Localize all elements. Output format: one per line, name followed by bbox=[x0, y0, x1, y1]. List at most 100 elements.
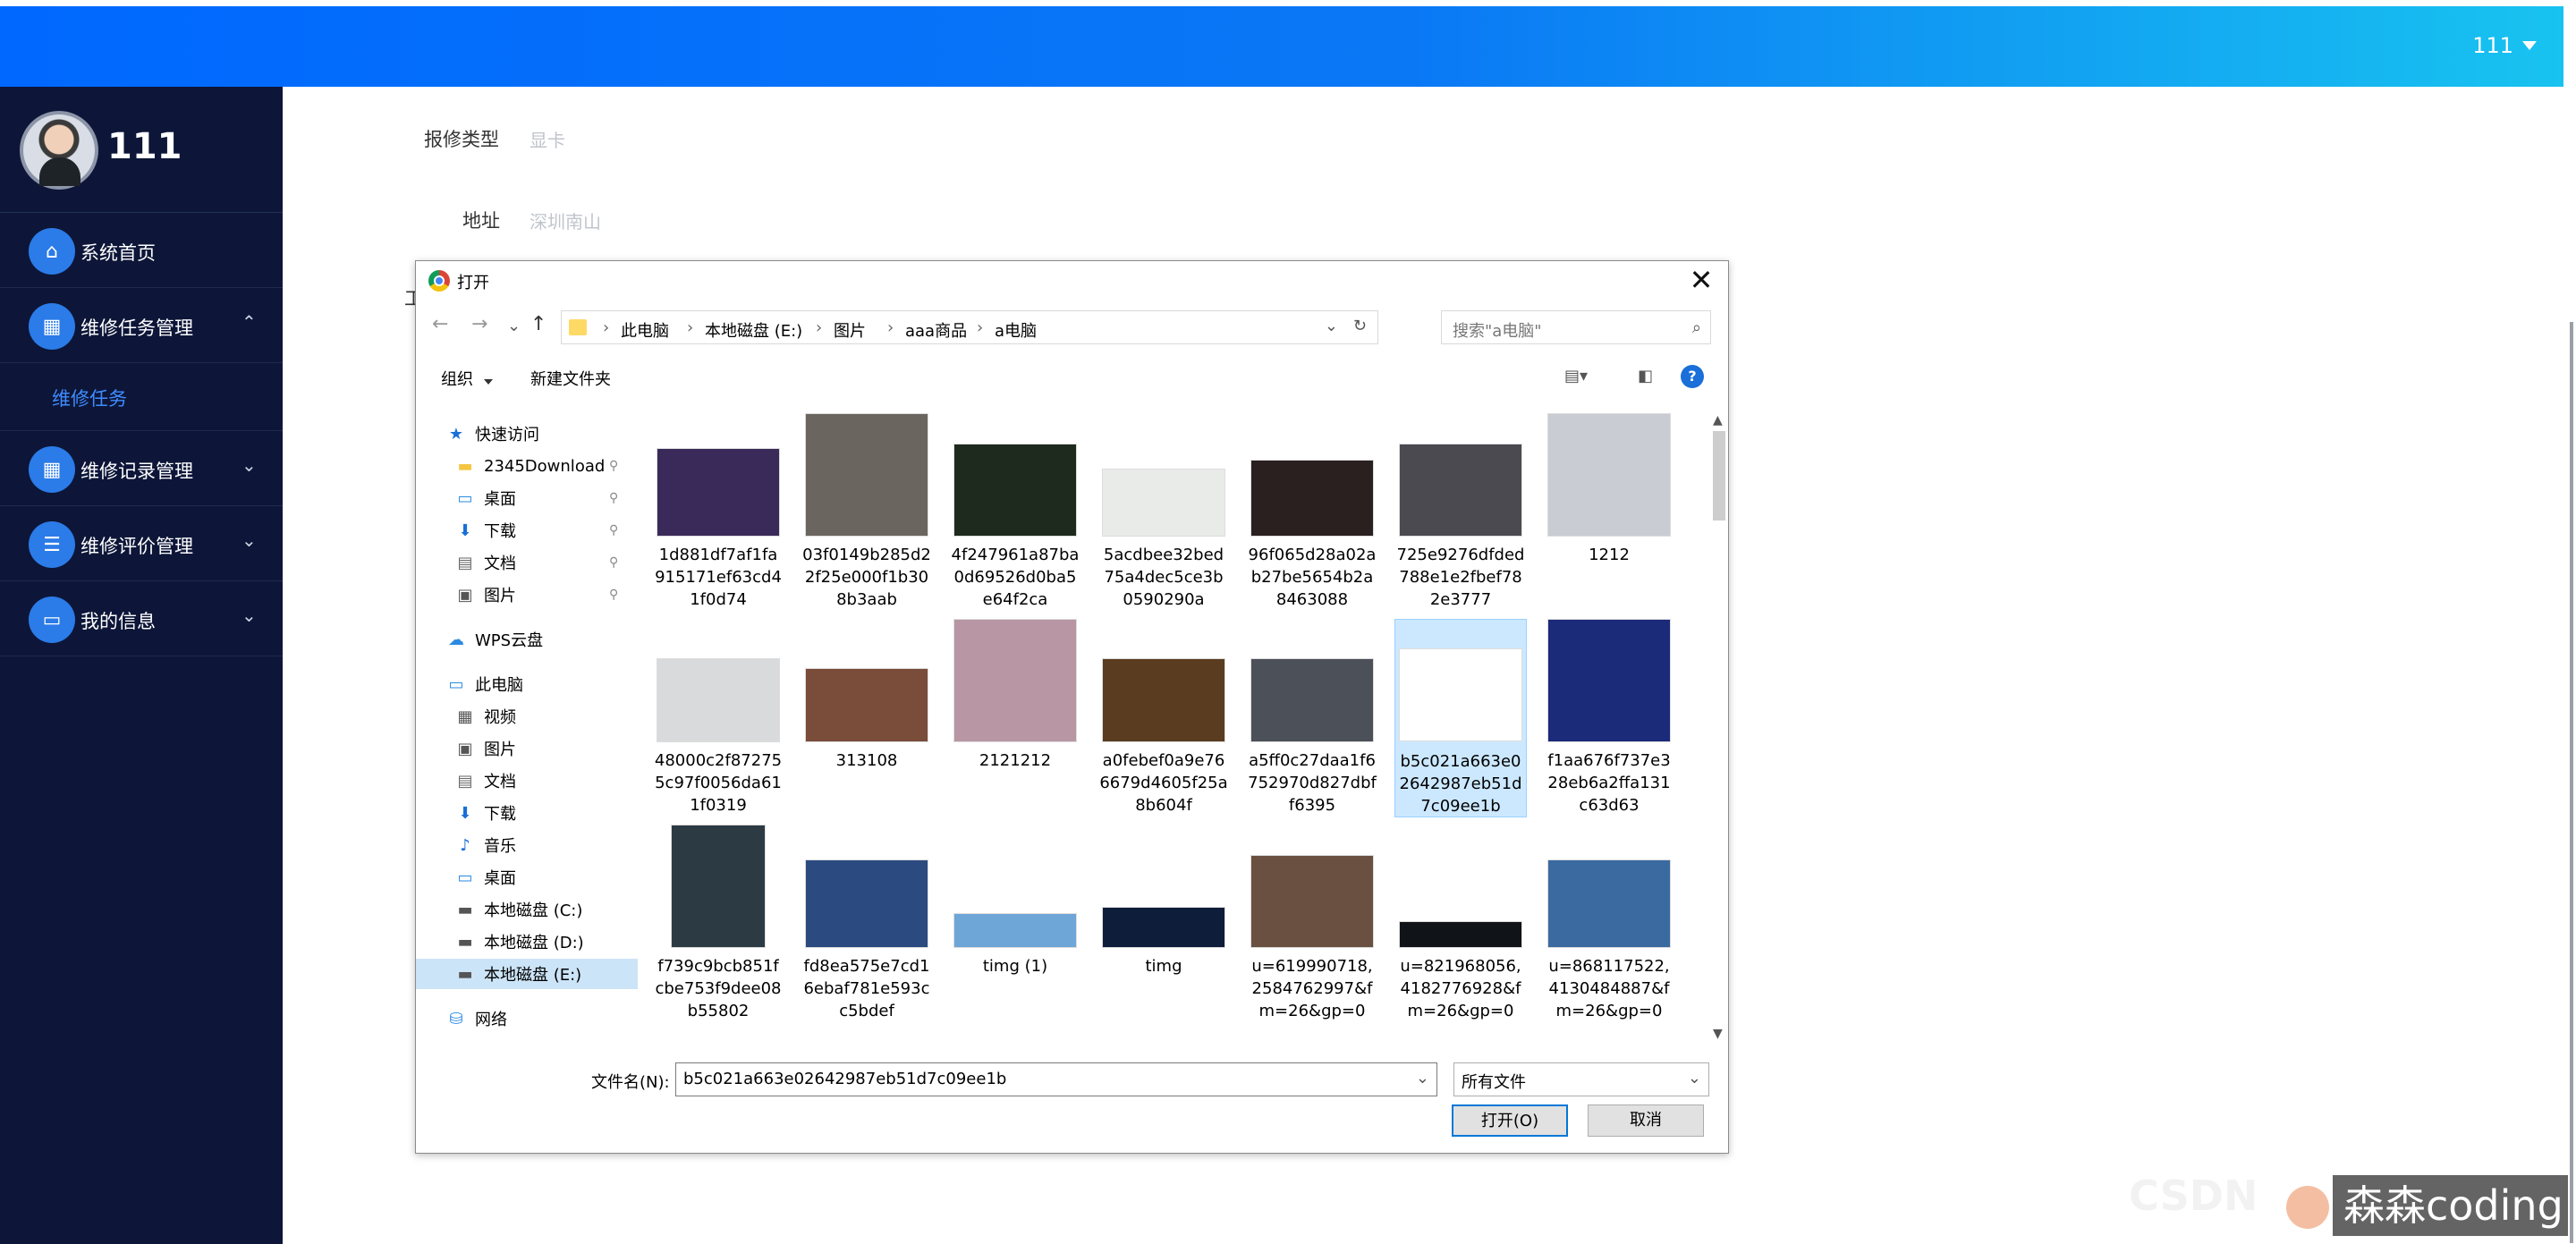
file-item[interactable]: timg bbox=[1097, 825, 1230, 1023]
organize-menu[interactable]: 组织 bbox=[441, 367, 493, 390]
forward-icon[interactable]: → bbox=[471, 313, 487, 335]
file-thumbnail bbox=[805, 413, 928, 537]
file-item[interactable]: a5ff0c27daa1f6752970d827dbff6395 bbox=[1246, 619, 1378, 817]
file-item[interactable]: 48000c2f872755c97f0056da611f0319 bbox=[652, 619, 784, 817]
sidebar-item-3[interactable]: ☰ 维修评价管理 ⌄ bbox=[0, 506, 283, 581]
filetype-value: 所有文件 bbox=[1462, 1073, 1526, 1092]
caret-down-icon bbox=[483, 379, 493, 385]
filename-dropdown-icon[interactable]: ⌄ bbox=[1416, 1069, 1429, 1087]
pin-icon[interactable]: ⚲ bbox=[609, 588, 618, 602]
address-bar[interactable]: ⌄ ↻ › 此电脑 › 本地磁盘 (E:) › 图片 › aaa商品 › a电脑 bbox=[561, 310, 1378, 344]
file-item[interactable]: 2121212 bbox=[949, 619, 1081, 817]
tree-item[interactable]: ▣ 图片 ⚲ bbox=[416, 580, 638, 610]
file-item[interactable]: 96f065d28a02ab27be5654b2a8463088 bbox=[1246, 413, 1378, 612]
breadcrumb-item[interactable]: a电脑 bbox=[995, 318, 1037, 342]
tree-item[interactable]: ▬ 本地磁盘 (D:) bbox=[416, 927, 638, 957]
address-value[interactable]: 深圳南山 bbox=[530, 207, 601, 233]
up-icon[interactable]: ↑ bbox=[530, 313, 547, 335]
tree-item[interactable]: ⬇ 下载 bbox=[416, 798, 638, 828]
tree-item[interactable]: ▤ 文档 bbox=[416, 766, 638, 796]
pin-icon[interactable]: ⚲ bbox=[609, 459, 618, 473]
file-item[interactable]: 5acdbee32bed75a4dec5ce3b0590290a bbox=[1097, 413, 1230, 612]
filename-input[interactable]: b5c021a663e02642987eb51d7c09ee1b ⌄ bbox=[675, 1062, 1437, 1096]
tree-item[interactable]: ♪ 音乐 bbox=[416, 830, 638, 860]
recent-chevron-icon[interactable]: ⌄ bbox=[507, 317, 521, 335]
file-item[interactable]: fd8ea575e7cd16ebaf781e593cc5bdef bbox=[801, 825, 933, 1023]
dialog-title: 打开 bbox=[457, 274, 489, 292]
page-scrollbar[interactable] bbox=[2570, 322, 2573, 1243]
sidebar-subitem[interactable]: 维修任务 bbox=[0, 363, 283, 431]
tree-item[interactable]: ☁ WPS云盘 bbox=[416, 624, 638, 655]
filetype-select[interactable]: 所有文件 ⌄ bbox=[1453, 1062, 1709, 1096]
user-name: 111 bbox=[2472, 33, 2513, 58]
tree-item-label: 快速访问 bbox=[475, 426, 539, 444]
pin-icon[interactable]: ⚲ bbox=[609, 491, 618, 505]
sidebar-item-label: 系统首页 bbox=[80, 242, 156, 264]
file-thumbnail bbox=[953, 619, 1077, 742]
file-item[interactable]: 313108 bbox=[801, 619, 933, 817]
breadcrumb-item[interactable]: aaa商品 bbox=[905, 318, 967, 342]
scroll-down-icon[interactable]: ▼ bbox=[1713, 1027, 1723, 1041]
tree-item[interactable]: ▬ 本地磁盘 (E:) bbox=[416, 959, 638, 989]
file-item[interactable]: u=868117522,4130484887&fm=26&gp=0 bbox=[1543, 825, 1675, 1023]
page: 111 111 ⌂ 系统首页 ▦ 维修任务管理 ⌃ 维修任务 ▦ 维修记录管理 ⌄ ☰ 维修评价管理… bbox=[0, 0, 2576, 1244]
tree-item[interactable]: ▤ 文档 ⚲ bbox=[416, 547, 638, 578]
tree-item[interactable]: ▣ 图片 bbox=[416, 733, 638, 764]
drive-icon: ▬ bbox=[457, 932, 473, 952]
pin-icon[interactable]: ⚲ bbox=[609, 555, 618, 570]
tree-item[interactable]: ⬇ 下载 ⚲ bbox=[416, 515, 638, 546]
user-menu[interactable]: 111 bbox=[2472, 33, 2537, 58]
sidebar-item-2[interactable]: ▦ 维修记录管理 ⌄ bbox=[0, 431, 283, 506]
breadcrumb-item[interactable]: 图片 bbox=[834, 318, 866, 342]
drive-icon: ▬ bbox=[457, 964, 473, 984]
home-icon: ⌂ bbox=[29, 228, 75, 275]
dropdown-chevron-icon[interactable]: ⌄ bbox=[1325, 317, 1338, 335]
file-item[interactable]: b5c021a663e02642987eb51d7c09ee1b bbox=[1394, 619, 1527, 817]
breadcrumb-item[interactable]: 本地磁盘 (E:) bbox=[705, 318, 802, 342]
tree-item[interactable]: ▭ 此电脑 bbox=[416, 669, 638, 699]
cancel-button[interactable]: 取消 bbox=[1588, 1104, 1704, 1137]
file-item[interactable]: 1d881df7af1fa915171ef63cd41f0d74 bbox=[652, 413, 784, 612]
file-item[interactable]: f739c9bcb851fcbe753f9dee08b55802 bbox=[652, 825, 784, 1023]
sidebar-item-0[interactable]: ⌂ 系统首页 bbox=[0, 213, 283, 288]
file-item[interactable]: timg (1) bbox=[949, 825, 1081, 1023]
file-item[interactable]: 03f0149b285d22f25e000f1b308b3aab bbox=[801, 413, 933, 612]
file-name: 96f065d28a02ab27be5654b2a8463088 bbox=[1248, 546, 1377, 609]
tree-item[interactable]: ⛁ 网络 bbox=[416, 1003, 638, 1034]
tree-item[interactable]: ▬ 2345Download ⚲ bbox=[416, 451, 638, 481]
new-folder-button[interactable]: 新建文件夹 bbox=[530, 367, 611, 390]
sidebar-item-1[interactable]: ▦ 维修任务管理 ⌃ bbox=[0, 288, 283, 363]
avatar[interactable] bbox=[20, 111, 98, 190]
file-name: u=821968056,4182776928&fm=26&gp=0 bbox=[1400, 957, 1521, 1020]
view-options-icon[interactable]: ▤▾ bbox=[1564, 367, 1588, 385]
refresh-icon[interactable]: ↻ bbox=[1353, 317, 1367, 335]
tree-item[interactable]: ▭ 桌面 bbox=[416, 862, 638, 893]
back-icon[interactable]: ← bbox=[432, 313, 448, 335]
pin-icon[interactable]: ⚲ bbox=[609, 523, 618, 537]
tree-item[interactable]: ▭ 桌面 ⚲ bbox=[416, 483, 638, 513]
open-button[interactable]: 打开(O) bbox=[1452, 1104, 1568, 1137]
file-item[interactable]: u=821968056,4182776928&fm=26&gp=0 bbox=[1394, 825, 1527, 1023]
file-item[interactable]: 725e9276dfded788e1e2fbef782e3777 bbox=[1394, 413, 1527, 612]
tree-item[interactable]: ▬ 本地磁盘 (C:) bbox=[416, 894, 638, 925]
close-icon[interactable]: ✕ bbox=[1683, 263, 1719, 297]
search-input[interactable]: 搜索"a电脑" ⌕ bbox=[1441, 310, 1711, 344]
file-item[interactable]: 1212 bbox=[1543, 413, 1675, 612]
tree-item[interactable]: ★ 快速访问 bbox=[416, 419, 638, 449]
breadcrumb-item[interactable]: 此电脑 bbox=[621, 318, 669, 342]
file-item[interactable]: 4f247961a87ba0d69526d0ba5e64f2ca bbox=[949, 413, 1081, 612]
sidebar-item-4[interactable]: ▭ 我的信息 ⌄ bbox=[0, 581, 283, 656]
help-icon[interactable]: ? bbox=[1681, 365, 1704, 388]
file-item[interactable]: f1aa676f737e328eb6a2ffa131c63d63 bbox=[1543, 619, 1675, 817]
tree-item-label: 本地磁盘 (C:) bbox=[484, 901, 583, 920]
file-item[interactable]: a0febef0a9e766679d4605f25a8b604f bbox=[1097, 619, 1230, 817]
scroll-thumb[interactable] bbox=[1713, 431, 1725, 520]
file-thumbnail bbox=[671, 825, 766, 948]
file-grid-scrollbar[interactable]: ▲ ▼ bbox=[1709, 410, 1729, 1045]
navigation-tree: ★ 快速访问 ▬ 2345Download ⚲ ▭ 桌面 ⚲ ⬇ 下载 ⚲ ▤ 文档 ⚲ ▣ 图片 ⚲ ☁ WPS云… bbox=[416, 413, 638, 1045]
repair-type-value[interactable]: 显卡 bbox=[530, 126, 565, 152]
scroll-up-icon[interactable]: ▲ bbox=[1713, 413, 1723, 427]
tree-item[interactable]: ▦ 视频 bbox=[416, 701, 638, 732]
preview-pane-icon[interactable]: ◧ bbox=[1638, 367, 1653, 385]
file-item[interactable]: u=619990718,2584762997&fm=26&gp=0 bbox=[1246, 825, 1378, 1023]
